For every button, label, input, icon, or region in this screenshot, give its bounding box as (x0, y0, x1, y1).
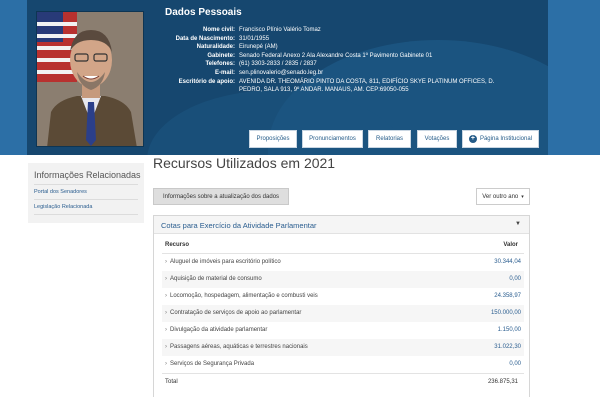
speeches-button[interactable]: Pronunciamentos (302, 130, 363, 148)
value-birthplace: Eirunepé (AM) (239, 44, 278, 51)
row-value: 30.344,04 (494, 259, 521, 265)
row-label: Locomoção, hospedagem, alimentação e com… (170, 293, 318, 299)
propositions-button[interactable]: Proposições (249, 130, 297, 148)
value-office: Senado Federal Anexo 2 Ala Alexandre Cos… (239, 52, 433, 59)
profile-header: Dados Pessoais Nome civil: Francisco Plí… (0, 0, 600, 155)
reports-button[interactable]: Relatorias (368, 130, 411, 148)
divider (162, 373, 524, 374)
row-value: 24.358,97 (494, 293, 521, 299)
row-label: Aluguel de imóveis para escritório polít… (170, 259, 281, 265)
row-label: Serviços de Segurança Privada (170, 361, 255, 367)
votes-button[interactable]: Votações (417, 130, 457, 148)
chevron-right-icon: › (165, 310, 167, 316)
table-row[interactable]: › Locomoção, hospedagem, alimentação e co… (162, 288, 524, 305)
table-row[interactable]: › Contratação de serviços de apoio ao par… (162, 305, 524, 322)
chevron-right-icon: › (165, 327, 167, 333)
row-value: 31.022,30 (494, 344, 521, 350)
divider (34, 199, 138, 200)
value-support-office-line1: AVENIDA DR. THEOMÁRIO PINTO DA COSTA, 81… (239, 78, 495, 85)
chevron-right-icon: › (165, 344, 167, 350)
total-label: Total (165, 379, 178, 385)
label-phones: Telefones: (205, 61, 235, 68)
other-year-label: Ver outro ano (482, 193, 519, 200)
other-year-dropdown[interactable]: Ver outro ano ▾ (476, 188, 530, 205)
row-value: 0,00 (509, 276, 521, 282)
related-info-title: Informações Relacionadas (34, 170, 141, 180)
row-label: Aquisição de material de consumo (170, 276, 262, 282)
panel-header[interactable]: Cotas para Exercício da Atividade Parlam… (154, 216, 529, 234)
row-value: 150.000,00 (490, 310, 521, 316)
value-phones: (61) 3303-2833 / 2835 / 2837 (239, 61, 317, 68)
page-title: Recursos Utilizados em 2021 (153, 155, 336, 171)
label-support-office: Escritório de apoio: (178, 78, 235, 85)
chevron-right-icon: › (165, 361, 167, 367)
related-info-box: Informações Relacionadas Portal dos Sena… (28, 163, 144, 223)
chevron-right-icon: › (165, 259, 167, 265)
update-info-button[interactable]: Informações sobre a atualização dos dado… (153, 188, 289, 205)
personal-data-title: Dados Pessoais (165, 7, 242, 18)
label-birth-date: Data de Nascimento: (175, 35, 235, 42)
label-birthplace: Naturalidade: (196, 44, 235, 51)
column-header-value: Valor (503, 242, 518, 248)
value-support-office-line2: PEDRO, SALA 913, 9º ANDAR. MANAUS, AM. C… (239, 87, 409, 94)
row-label: Divulgação da atividade parlamentar (170, 327, 268, 333)
total-value: 236.875,31 (487, 379, 518, 385)
table-row[interactable]: › Serviços de Segurança Privada 0,00 (162, 356, 524, 373)
value-email[interactable]: sen.plinovalerio@senado.leg.br (239, 69, 323, 78)
divider (34, 214, 138, 215)
row-value: 0,00 (509, 361, 521, 367)
caret-down-icon: ▾ (521, 193, 524, 200)
column-header-resource: Recurso (165, 242, 190, 248)
table-row[interactable]: › Divulgação da atividade parlamentar 1.1… (162, 322, 524, 339)
label-office: Gabinete: (207, 52, 235, 59)
panel-title: Cotas para Exercício da Atividade Parlam… (161, 221, 317, 230)
collapse-caret-icon[interactable]: ▼ (515, 221, 521, 227)
row-label: Contratação de serviços de apoio ao parl… (170, 310, 302, 316)
divider (34, 184, 138, 185)
link-related-legislation[interactable]: Legislação Relacionada (34, 204, 92, 210)
institutional-page-button[interactable]: + Página Institucional (462, 130, 539, 148)
table-row[interactable]: › Aluguel de imóveis para escritório polí… (162, 254, 524, 271)
plus-circle-icon: + (468, 135, 477, 143)
row-value: 1.150,00 (497, 327, 521, 333)
institutional-page-label: Página Institucional (479, 136, 533, 142)
table-row[interactable]: › Aquisição de material de consumo 0,00 (162, 271, 524, 288)
label-civil-name: Nome civil: (202, 27, 235, 33)
label-email: E-mail: (214, 70, 235, 76)
value-civil-name: Francisco Plínio Valério Tomaz (239, 27, 321, 33)
chevron-right-icon: › (165, 293, 167, 299)
row-label: Passagens aéreas, aquáticas e terrestres… (170, 344, 308, 350)
table-row[interactable]: › Passagens aéreas, aquáticas e terrestre… (162, 339, 524, 356)
chevron-right-icon: › (165, 276, 167, 282)
expenses-panel: Cotas para Exercício da Atividade Parlam… (153, 215, 530, 397)
link-senators-portal[interactable]: Portal dos Senadores (34, 189, 87, 195)
value-birth-date: 31/01/1955 (239, 35, 270, 42)
